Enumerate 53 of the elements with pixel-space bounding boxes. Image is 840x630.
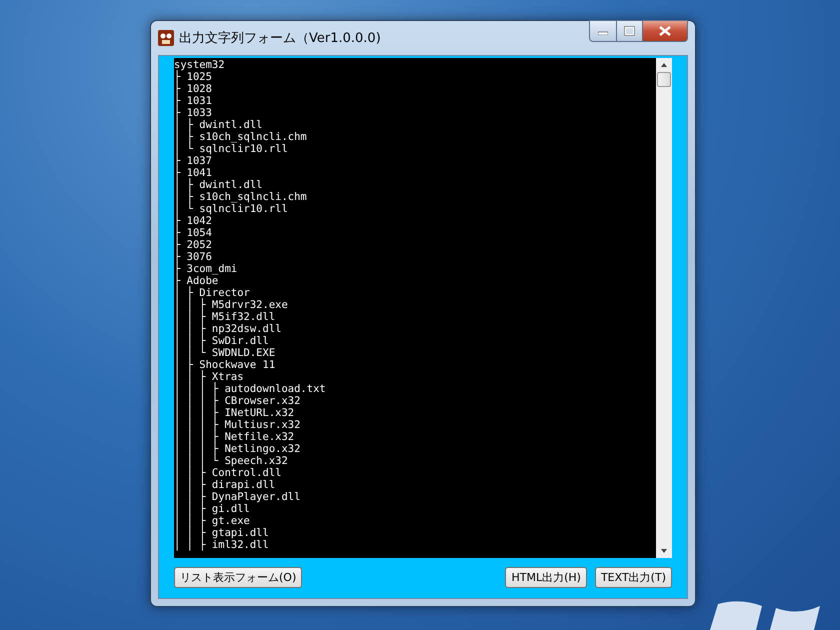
text-line: ├ 3com_dmi [174, 263, 238, 275]
text-line: ├ 1025 [174, 71, 212, 83]
text-line: │ │ ├ M5if32.dll [174, 311, 276, 323]
minimize-button[interactable] [589, 20, 617, 42]
text-line: ├ 2052 [174, 239, 213, 251]
text-line: │ │ └ SWDNLD.EXE [174, 347, 276, 359]
text-line: │ ├ s10ch_sqlncli.chm [174, 191, 308, 203]
text-line: │ │ ├ gi.dll [174, 503, 250, 515]
text-line: ├ 1042 [174, 215, 212, 227]
text-line: │ │ ├ gtapi.dll [174, 527, 270, 539]
maximize-icon [624, 26, 635, 36]
app-icon [158, 30, 174, 46]
text-line: ├ 1041 [174, 167, 213, 179]
text-line: │ │ │ ├ Netlingo.x32 [174, 443, 302, 455]
text-line: │ │ ├ np32dsw.dll [174, 323, 282, 335]
close-button[interactable] [643, 20, 688, 42]
text-line: │ │ ├ dirapi.dll [174, 479, 276, 491]
text-line: │ ├ s10ch_sqlncli.chm [174, 131, 308, 143]
text-line: │ │ ├ Xtras [174, 371, 245, 383]
text-line: ├ 1028 [174, 83, 213, 95]
text-line: │ │ ├ gt.exe [174, 515, 251, 527]
text-line: ├ 3076 [174, 251, 213, 263]
text-line: system32 [174, 59, 226, 71]
form-button[interactable]: TEXT出力(T) [594, 567, 672, 588]
close-icon [659, 26, 671, 36]
text-line: │ ├ dwintl.dll [174, 179, 264, 191]
scrollbar[interactable] [656, 58, 672, 558]
text-line: │ ├ Director [174, 287, 251, 299]
text-line: ├ 1031 [174, 95, 213, 107]
text-line: │ │ │ └ Speech.x32 [174, 455, 288, 467]
text-line: │ │ ├ SwDir.dll [174, 335, 269, 347]
text-line: │ │ │ ├ autodownload.txt [174, 383, 327, 395]
form-button[interactable]: HTML出力(H) [505, 567, 587, 588]
text-line: │ └ sqlnclir10.rll [174, 143, 288, 155]
text-line: ├ 1037 [174, 155, 212, 167]
text-line: │ └ sqlnclir10.rll [174, 203, 288, 215]
window-title: 出力文字列フォーム（Ver1.0.0.0) [179, 30, 382, 47]
text-line: │ │ │ ├ Netfile.x32 [174, 431, 296, 443]
text-line: │ │ ├ iml32.dll [174, 539, 270, 551]
text-line: │ ├ dwintl.dll [174, 119, 264, 131]
text-line: │ │ ├ DynaPlayer.dll [174, 491, 302, 503]
text-line: │ │ ├ M5drvr32.exe [174, 299, 289, 311]
text-line: ├ Adobe [174, 275, 218, 287]
scroll-thumb[interactable] [657, 72, 671, 87]
text-line: │ ├ Shockwave 11 [174, 359, 276, 371]
text-line: │ │ ├ Control.dll [174, 467, 282, 479]
text-line: ├ 1033 [174, 107, 213, 119]
text-line: ├ 1054 [174, 227, 213, 239]
form-button[interactable]: リスト表示フォーム(O) [174, 567, 302, 588]
text-line: │ │ │ ├ INetURL.x32 [174, 407, 296, 419]
text-line: │ │ │ ├ CBrowser.x32 [174, 395, 302, 407]
maximize-button[interactable] [617, 20, 643, 42]
text-line: │ │ │ ├ Multiusr.x32 [174, 419, 302, 431]
